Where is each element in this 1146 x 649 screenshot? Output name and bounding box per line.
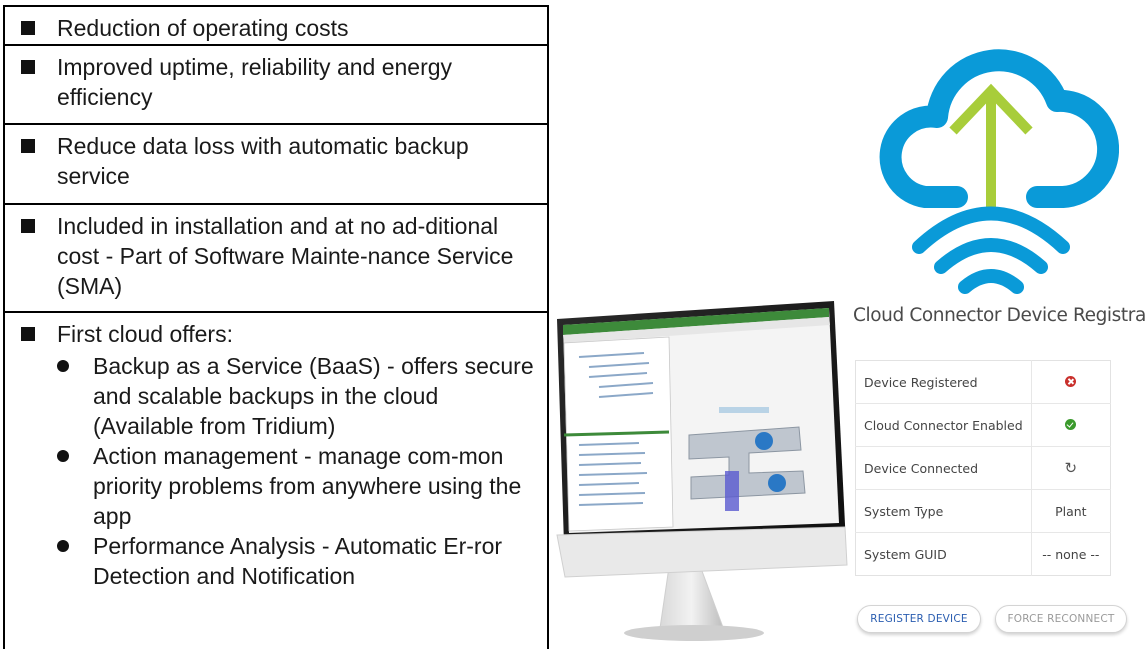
force-reconnect-button[interactable]: FORCE RECONNECT [995, 605, 1127, 633]
panel-title: Cloud Connector Device Registration [853, 305, 1146, 326]
refresh-icon: ↻ [1064, 459, 1078, 477]
status-row: System Type Plant [855, 489, 1111, 533]
benefit-row: Included in installation and at no ad-di… [5, 205, 547, 313]
status-row: Device Connected ↻ [855, 446, 1111, 490]
dot-bullet-icon [57, 360, 69, 372]
cloud-upload-icon [879, 49, 1119, 294]
benefits-table: Reduction of operating costs Improved up… [3, 5, 549, 649]
dot-bullet-icon [57, 450, 69, 462]
benefit-row: Improved uptime, reliability and energy … [5, 46, 547, 125]
registration-status-table: Device Registered Cloud Connector Enable… [855, 360, 1111, 576]
square-bullet-icon [21, 139, 35, 153]
sub-item: Action management - manage com-mon prior… [57, 441, 537, 531]
check-icon [1065, 418, 1077, 430]
benefit-text: Reduction of operating costs [57, 15, 349, 41]
system-guid-value: -- none -- [1031, 532, 1111, 576]
wifi-icon [912, 206, 1070, 294]
sub-item: Performance Analysis - Automatic Er-ror … [57, 531, 537, 591]
system-type-value: Plant [1031, 489, 1111, 533]
status-row: System GUID -- none -- [855, 532, 1111, 576]
benefit-text: Improved uptime, reliability and energy … [57, 54, 453, 110]
benefit-row: First cloud offers: Backup as a Service … [5, 313, 547, 647]
status-row: Cloud Connector Enabled [855, 403, 1111, 447]
monitor-screenshot [556, 301, 848, 641]
slide: Reduction of operating costs Improved up… [0, 0, 1146, 649]
square-bullet-icon [21, 60, 35, 74]
square-bullet-icon [21, 21, 35, 35]
square-bullet-icon [21, 327, 35, 341]
illustration: Cloud Connector Device Registration Devi… [549, 5, 1146, 649]
sub-list: Backup as a Service (BaaS) - offers secu… [21, 351, 537, 591]
register-device-button[interactable]: REGISTER DEVICE [857, 605, 981, 633]
benefit-text: Included in installation and at no ad-di… [57, 213, 514, 299]
benefit-row: Reduce data loss with automatic backup s… [5, 125, 547, 205]
benefit-text: Reduce data loss with automatic backup s… [57, 133, 469, 189]
benefit-text: First cloud offers: [57, 321, 233, 347]
sub-item: Backup as a Service (BaaS) - offers secu… [57, 351, 537, 441]
square-bullet-icon [21, 219, 35, 233]
dot-bullet-icon [57, 540, 69, 552]
error-x-icon [1065, 375, 1077, 387]
benefit-row: Reduction of operating costs [5, 7, 547, 46]
status-row: Device Registered [855, 360, 1111, 404]
